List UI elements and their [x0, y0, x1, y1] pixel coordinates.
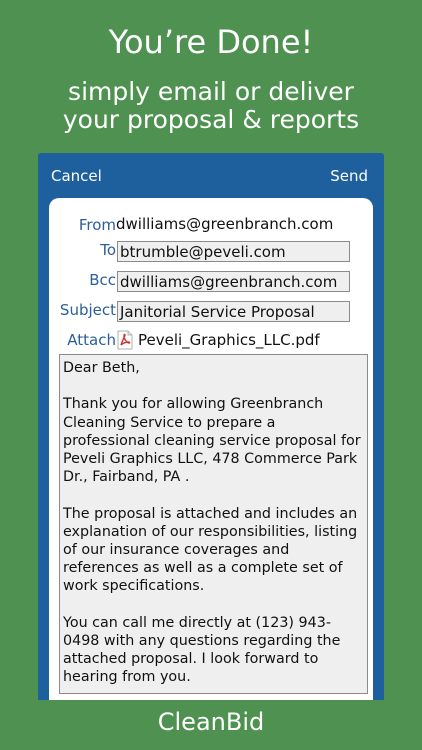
- from-value: dwilliams@greenbranch.com: [116, 215, 334, 233]
- bcc-field[interactable]: dwilliams@greenbranch.com: [117, 271, 350, 292]
- message-paragraph: The proposal is attached and includes an…: [63, 505, 358, 595]
- from-label: From: [78, 216, 116, 234]
- to-field[interactable]: btrumble@peveli.com: [117, 241, 350, 262]
- message-paragraph: Thank you for allowing Greenbranch Clean…: [63, 396, 361, 486]
- to-row: To btrumble@peveli.com: [49, 241, 373, 267]
- attachment-file[interactable]: Peveli_Graphics_LLC.pdf: [117, 329, 320, 351]
- attach-label: Attach: [67, 331, 116, 349]
- brand-name: CleanBid: [157, 708, 265, 736]
- pdf-file-icon: [117, 330, 133, 350]
- message-body-field[interactable]: Dear Beth, Thank you for allowing Greenb…: [59, 354, 368, 694]
- subject-label: Subject: [59, 301, 116, 319]
- message-paragraph: You can call me directly at (123) 943-04…: [63, 614, 341, 686]
- bcc-label: Bcc: [89, 271, 116, 289]
- message-paragraph: Dear Beth,: [63, 360, 140, 376]
- to-label: To: [100, 241, 116, 259]
- promo-subline: simply email or deliver your proposal & …: [62, 77, 360, 134]
- phone-screen: Cancel Send From dwilliams@greenbranch.c…: [38, 153, 384, 700]
- bcc-row: Bcc dwilliams@greenbranch.com: [49, 271, 373, 297]
- attach-row: Attach Peveli_Graphics_LLC.pdf: [49, 328, 373, 354]
- subject-row: Subject Janitorial Service Proposal: [49, 301, 373, 327]
- attachment-name: Peveli_Graphics_LLC.pdf: [138, 331, 320, 349]
- cancel-button[interactable]: Cancel: [51, 167, 102, 185]
- from-row: From dwilliams@greenbranch.com: [49, 213, 373, 239]
- send-button[interactable]: Send: [330, 167, 368, 185]
- subject-field[interactable]: Janitorial Service Proposal: [117, 301, 350, 322]
- compose-sheet: From dwilliams@greenbranch.com To btrumb…: [49, 198, 373, 700]
- promo-headline: You’re Done!: [108, 23, 314, 61]
